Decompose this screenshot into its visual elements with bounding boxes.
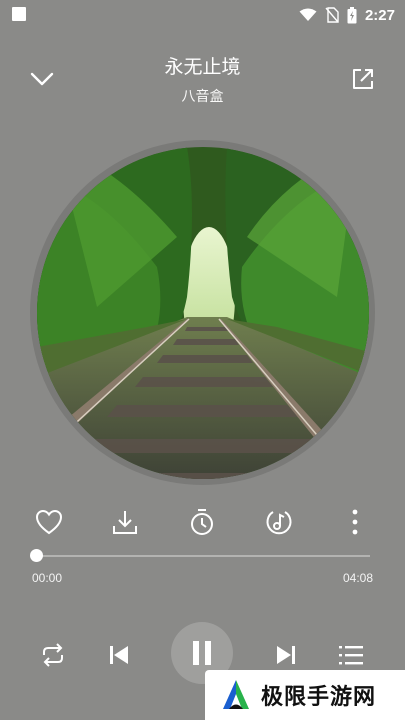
status-time: 2:27 — [364, 6, 395, 24]
progress-track[interactable] — [36, 555, 370, 557]
pause-icon — [193, 641, 211, 665]
wifi-icon — [299, 8, 317, 21]
status-bar: 2:27 — [0, 0, 405, 30]
timer-icon — [191, 509, 213, 535]
heart-icon — [35, 509, 63, 535]
next-icon — [277, 646, 295, 664]
battery-icon — [347, 6, 357, 23]
album-cover-image — [36, 146, 369, 479]
watermark-text: 极限手游网 — [261, 685, 377, 710]
player-header: 永无止境 八音盒 — [0, 48, 405, 118]
more-vertical-icon — [352, 509, 358, 535]
repeat-button[interactable] — [38, 640, 68, 670]
song-title: 永无止境 — [164, 56, 241, 78]
sound-effect-button[interactable] — [262, 505, 296, 539]
more-options-button[interactable] — [338, 505, 372, 539]
total-time: 04:08 — [342, 571, 373, 585]
favorite-button[interactable] — [32, 505, 66, 539]
progress-thumb[interactable] — [30, 549, 43, 562]
repeat-icon — [43, 643, 63, 667]
external-share-icon — [353, 69, 373, 89]
previous-button[interactable] — [104, 640, 134, 670]
note-icon — [266, 511, 292, 535]
playlist-icon — [339, 646, 363, 665]
download-icon — [113, 511, 137, 534]
sleep-timer-button[interactable] — [185, 505, 219, 539]
action-row — [0, 505, 405, 539]
current-time: 00:00 — [32, 571, 63, 585]
notification-icon — [12, 7, 26, 21]
album-disc[interactable] — [30, 140, 375, 485]
artist-name: 八音盒 — [181, 89, 224, 105]
playlist-button[interactable] — [336, 640, 366, 670]
next-button[interactable] — [271, 640, 301, 670]
watermark-logo: 极限手游网 — [205, 670, 405, 720]
status-indicators: 2:27 — [299, 4, 395, 26]
brand-logo-icon — [223, 680, 249, 709]
download-button[interactable] — [108, 505, 142, 539]
no-sim-icon — [325, 7, 339, 23]
previous-icon — [110, 646, 128, 664]
share-button[interactable] — [348, 64, 378, 94]
